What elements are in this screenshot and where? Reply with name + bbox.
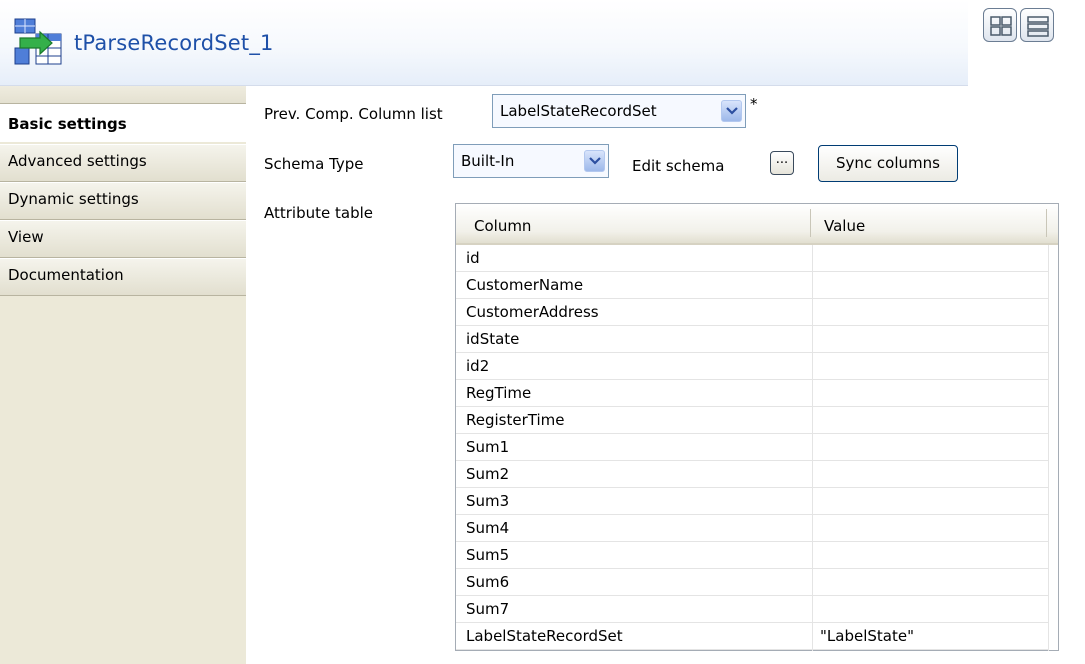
table-row[interactable]: Sum6 [456,570,1048,596]
cell-column-name[interactable]: RegTime [466,384,531,402]
prev-comp-column-list-select[interactable]: LabelStateRecordSet [492,94,746,128]
tab-dynamic-settings[interactable]: Dynamic settings [0,182,246,220]
list-layout-button[interactable] [1020,8,1054,42]
cell-column-name[interactable]: Sum1 [466,438,509,456]
cell-value[interactable]: "LabelState" [820,627,914,645]
cell-column-name[interactable]: LabelStateRecordSet [466,627,623,645]
cell-column-name[interactable]: Sum6 [466,573,509,591]
chevron-down-icon[interactable] [721,100,742,122]
table-row[interactable]: Sum4 [456,516,1048,542]
tab-view[interactable]: View [0,220,246,258]
header-divider[interactable] [1046,209,1047,237]
cell-column-name[interactable]: Sum5 [466,546,509,564]
table-row[interactable]: id2 [456,354,1048,380]
prev-comp-column-list-value: LabelStateRecordSet [500,102,657,120]
component-title: tParseRecordSet_1 [74,31,274,55]
grid-layout-icon [990,16,1012,36]
tab-basic-settings[interactable]: Basic settings [0,104,246,142]
cell-column-name[interactable]: Sum3 [466,492,509,510]
table-row[interactable]: RegisterTime [456,408,1048,434]
parse-recordset-icon [14,18,62,66]
table-header: Column Value [456,204,1058,245]
table-row[interactable]: id [456,246,1048,272]
required-marker: * [750,95,758,113]
cell-column-name[interactable]: id [466,249,480,267]
table-row[interactable]: CustomerAddress [456,300,1048,326]
attribute-table: Column Value id CustomerName CustomerAddre… [455,203,1059,651]
schema-type-value: Built-In [461,152,515,170]
column-header-value[interactable]: Value [824,217,865,235]
cell-column-name[interactable]: CustomerAddress [466,303,599,321]
cell-column-name[interactable]: idState [466,330,519,348]
column-divider [1048,245,1049,651]
cell-column-name[interactable]: RegisterTime [466,411,564,429]
cell-column-name[interactable]: Sum7 [466,600,509,618]
table-row[interactable]: Sum2 [456,462,1048,488]
cell-column-name[interactable]: id2 [466,357,489,375]
cell-column-name[interactable]: Sum4 [466,519,509,537]
attribute-table-label: Attribute table [264,204,373,222]
column-header-column[interactable]: Column [474,217,531,235]
edit-schema-label: Edit schema [632,157,725,175]
table-row[interactable]: Sum1 [456,435,1048,461]
tab-documentation[interactable]: Documentation [0,258,246,296]
table-row[interactable]: idState [456,327,1048,353]
table-row[interactable]: RegTime [456,381,1048,407]
grid-layout-button[interactable] [983,8,1017,42]
schema-type-label: Schema Type [264,155,364,173]
table-row[interactable]: Sum5 [456,543,1048,569]
table-row[interactable]: LabelStateRecordSet "LabelState" [456,624,1048,650]
cell-column-name[interactable]: Sum2 [466,465,509,483]
table-row[interactable]: Sum7 [456,597,1048,623]
schema-type-select[interactable]: Built-In [453,144,609,178]
chevron-down-icon[interactable] [584,150,605,172]
edit-schema-button[interactable]: ... [770,151,794,175]
table-row[interactable]: CustomerName [456,273,1048,299]
tab-strip-top [0,86,246,104]
header-divider[interactable] [810,209,811,237]
table-row[interactable]: Sum3 [456,489,1048,515]
list-layout-icon [1027,16,1049,37]
cell-column-name[interactable]: CustomerName [466,276,583,294]
sync-columns-button[interactable]: Sync columns [818,145,958,182]
settings-tab-panel: Basic settings Advanced settings Dynamic… [0,86,246,664]
component-header: tParseRecordSet_1 [0,0,968,86]
tab-advanced-settings[interactable]: Advanced settings [0,144,246,182]
prev-comp-column-list-label: Prev. Comp. Column list [264,105,443,123]
